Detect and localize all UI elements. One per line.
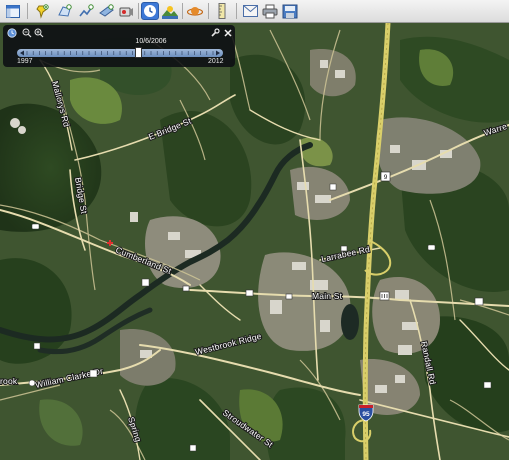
add-path-icon (78, 3, 94, 16)
historical-imagery-panel: 10/6/2006 1997 2012 (3, 25, 235, 67)
sunlight-button[interactable] (161, 2, 179, 20)
step-forward-icon (216, 50, 220, 56)
email-icon (242, 5, 258, 17)
time-slider-markings (20, 50, 220, 56)
time-slider-track[interactable] (17, 47, 223, 58)
google-earth-window: Mallorys Rd E Bridge St Bridge St Cumber… (0, 0, 509, 460)
start-year-label: 1997 (17, 58, 33, 65)
toolbar (0, 0, 509, 23)
print-icon (262, 4, 278, 18)
zoom-out-icon[interactable] (22, 28, 32, 38)
texture-overlay (0, 23, 509, 460)
add-image-overlay-icon (98, 3, 114, 17)
add-polygon-button[interactable] (55, 2, 73, 20)
toolbar-separator (208, 3, 209, 19)
satellite-map[interactable]: Mallorys Rd E Bridge St Bridge St Cumber… (0, 23, 509, 460)
toolbar-separator (182, 3, 183, 19)
time-slider-thumb[interactable] (135, 47, 143, 58)
clock-icon[interactable] (7, 28, 17, 38)
record-tour-icon (119, 7, 133, 16)
sidebar-toggle-icon (6, 4, 20, 18)
add-image-overlay-button[interactable] (97, 2, 115, 20)
toolbar-separator (27, 3, 28, 19)
ruler-icon (218, 3, 226, 19)
historical-imagery-icon (144, 5, 156, 17)
historical-imagery-button[interactable] (141, 2, 159, 20)
step-back-icon (20, 50, 24, 56)
planets-icon (187, 7, 203, 16)
add-placemark-icon (35, 3, 49, 19)
wrench-icon[interactable] (210, 28, 220, 38)
zoom-in-icon[interactable] (34, 28, 44, 38)
add-polygon-icon (57, 3, 72, 17)
record-tour-button[interactable] (117, 2, 135, 20)
save-image-icon (282, 4, 298, 18)
save-image-button[interactable] (281, 2, 299, 20)
end-year-label: 2012 (208, 58, 224, 65)
toolbar-separator (236, 3, 237, 19)
toolbar-separator (138, 3, 139, 19)
sunlight-icon (162, 5, 178, 19)
sidebar-toggle-button[interactable] (4, 2, 22, 20)
ruler-button[interactable] (213, 2, 231, 20)
close-icon[interactable] (223, 28, 233, 38)
current-date-label: 10/6/2006 (135, 38, 167, 45)
add-path-button[interactable] (77, 2, 95, 20)
add-placemark-button[interactable] (33, 2, 51, 20)
print-button[interactable] (261, 2, 279, 20)
email-button[interactable] (241, 2, 259, 20)
planets-button[interactable] (186, 2, 204, 20)
